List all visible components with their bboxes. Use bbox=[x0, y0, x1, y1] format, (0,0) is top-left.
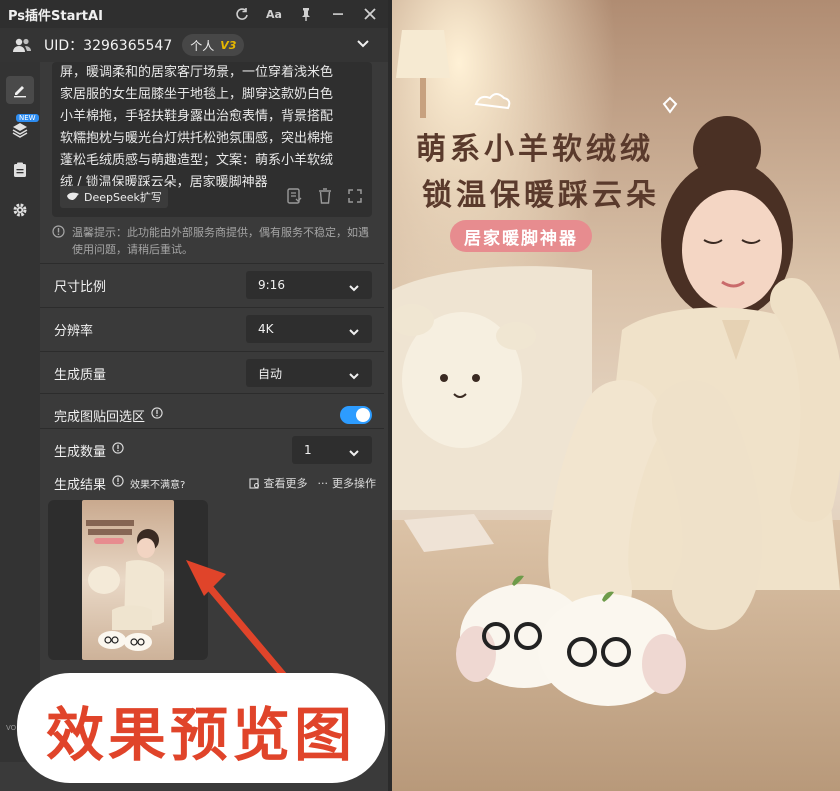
annotation-text: 效果预览图 bbox=[45, 701, 356, 769]
product-tag: 居家暖脚神器 bbox=[450, 220, 592, 252]
product-headline-2: 锁温保暖踩云朵 bbox=[422, 178, 660, 213]
product-photo bbox=[392, 0, 840, 791]
product-preview-image: 萌系小羊软绒绒 锁温保暖踩云朵 居家暖脚神器 bbox=[392, 0, 840, 791]
screen: Ps插件StartAI Aa UID：3296365547 个人 V3 NEW … bbox=[0, 0, 840, 791]
product-headline-1: 萌系小羊软绒绒 bbox=[416, 132, 654, 167]
